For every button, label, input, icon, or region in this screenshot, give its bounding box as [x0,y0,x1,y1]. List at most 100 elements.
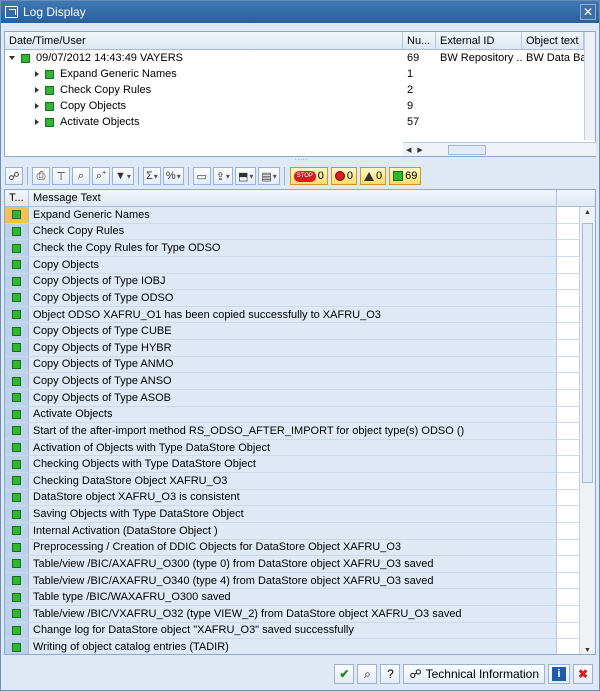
stop-count-button[interactable]: STOP 0 [289,167,328,185]
table-row[interactable]: Start of the after-import method RS_ODSO… [5,423,595,440]
table-row[interactable]: Writing of object catalog entries (TADIR… [5,639,595,654]
table-row[interactable]: Object ODSO XAFRU_O1 has been copied suc… [5,306,595,324]
table-row[interactable]: Activate Objects [5,406,595,424]
table-row[interactable]: DataStore object XAFRU_O3 is consistent [5,489,595,507]
title-bar: Log Display ✕ [1,1,599,23]
scroll-down-icon[interactable]: ▼ [580,647,595,654]
tree-child-row[interactable]: Check Copy Rules 2 [5,82,595,98]
save-icon[interactable]: ⬒ [234,167,257,185]
success-status-icon [12,459,21,469]
find-next-icon[interactable]: ⌕⁺ [92,167,110,185]
table-row[interactable]: Copy Objects of Type ASOB [5,389,595,407]
technical-information-button[interactable]: ☍ Technical Information [403,664,545,684]
layout-icon[interactable]: ▤ [258,167,280,185]
column-type[interactable]: T... [5,190,29,206]
set-filter-icon[interactable]: ▼ [112,167,134,185]
tree-root-row[interactable]: 09/07/2012 14:43:49 VAYERS 69 BW Reposit… [5,50,595,66]
table-row[interactable]: Table/view /BIC/AXAFRU_O300 (type 0) fro… [5,556,595,573]
message-text-cell: Preprocessing / Creation of DDIC Objects… [29,539,557,556]
table-row[interactable]: Table/view /BIC/VXAFRU_O32 (type VIEW_2)… [5,606,595,623]
success-status-icon [12,276,21,286]
success-status-icon [12,526,21,536]
column-date-time-user[interactable]: Date/Time/User [5,32,403,49]
column-message-text[interactable]: Message Text [29,190,557,206]
table-row[interactable]: Saving Objects with Type DataStore Objec… [5,506,595,523]
table-row[interactable]: Internal Activation (DataStore Object ) [5,522,595,540]
row-status-cell [5,423,29,439]
scroll-thumb[interactable] [447,144,486,155]
panel-splitter[interactable]: ····· [286,156,316,164]
sum-icon[interactable]: Σ [142,167,161,185]
table-row[interactable]: Copy Objects of Type IOBJ [5,273,595,291]
message-text-cell: Copy Objects of Type IOBJ [29,273,557,290]
error-count-button[interactable]: 0 [330,167,358,185]
table-row[interactable]: Activation of Objects with Type DataStor… [5,439,595,457]
message-text-cell: Expand Generic Names [29,207,557,223]
scroll-thumb[interactable] [582,223,593,483]
row-status-cell [5,207,29,223]
table-row[interactable]: Expand Generic Names [5,207,595,224]
success-count-button[interactable]: 69 [389,167,422,185]
table-row[interactable]: Copy Objects of Type CUBE [5,323,595,340]
table-row[interactable]: Checking Objects with Type DataStore Obj… [5,456,595,473]
print-icon[interactable]: ⎙ [32,167,50,185]
continue-button[interactable]: ✔ [334,664,355,684]
detail-icon[interactable]: ☍ [5,167,23,185]
message-text-cell: Copy Objects of Type ANSO [29,373,557,389]
row-status-cell [5,506,29,522]
scroll-left-icon[interactable]: ◀ [406,146,411,154]
tree-child-row[interactable]: Activate Objects 57 [5,114,595,130]
tree-child-row[interactable]: Expand Generic Names 1 [5,66,595,82]
expand-icon[interactable] [35,87,39,93]
cancel-button[interactable]: ✖ [573,664,593,684]
tree-child-row[interactable]: Copy Objects 9 [5,98,595,114]
expand-icon[interactable] [35,119,39,125]
message-rows: Expand Generic Names Check Copy Rules Chec… [5,207,595,654]
scroll-right-icon[interactable]: ▶ [417,146,422,154]
expand-icon[interactable] [35,71,39,77]
filter-icon[interactable]: ⊤ [52,167,70,185]
column-external-id[interactable]: External ID [436,32,522,49]
row-status-cell [5,240,29,256]
info-button[interactable]: i [548,664,570,684]
message-vertical-scrollbar[interactable]: ▲ ▼ [579,207,595,654]
print-preview-icon[interactable]: ▭ [192,167,211,185]
expand-icon[interactable] [35,103,39,109]
row-status-cell [5,473,29,489]
column-number[interactable]: Nu... [403,32,436,49]
tree-vertical-scrollbar[interactable] [584,32,595,140]
table-row[interactable]: Copy Objects of Type ODSO [5,290,595,307]
table-row[interactable]: Copy Objects [5,256,595,274]
warning-count-button[interactable]: 0 [360,167,387,185]
success-status-icon [12,443,21,453]
success-status-icon [12,310,21,320]
export-icon[interactable]: ⇪ [212,167,233,185]
subtotal-icon[interactable]: % [162,167,184,185]
success-status-icon [12,343,21,353]
tree-horizontal-scrollbar[interactable]: ◀ ▶ [403,142,596,156]
find-icon[interactable]: ⌕ [72,167,90,185]
success-status-icon [12,592,21,602]
table-row[interactable]: Copy Objects of Type ANMO [5,356,595,374]
table-row[interactable]: Check the Copy Rules for Type ODSO [5,240,595,257]
table-row[interactable]: Table/view /BIC/AXAFRU_O340 (type 4) fro… [5,572,595,590]
table-row[interactable]: Check Copy Rules [5,223,595,241]
row-status-cell [5,256,29,273]
collapse-icon[interactable] [9,56,15,60]
table-row[interactable]: Checking DataStore Object XAFRU_O3 [5,473,595,490]
success-status-icon [12,642,21,652]
success-status-icon [12,559,21,569]
close-icon[interactable]: ✕ [580,4,596,20]
scroll-up-icon[interactable]: ▲ [580,209,595,216]
help-button[interactable]: ? [380,664,401,684]
table-row[interactable]: Copy Objects of Type HYBR [5,340,595,357]
table-row[interactable]: Copy Objects of Type ANSO [5,373,595,390]
table-row[interactable]: Change log for DataStore object "XAFRU_O… [5,622,595,640]
table-row[interactable]: Preprocessing / Creation of DDIC Objects… [5,539,595,557]
message-text-cell: Copy Objects [29,256,557,273]
find-button[interactable]: ⌕ [357,664,378,684]
table-row[interactable]: Table type /BIC/WAXAFRU_O300 saved [5,589,595,606]
message-text-cell: Table/view /BIC/VXAFRU_O32 (type VIEW_2)… [29,606,557,622]
column-object-text[interactable]: Object text [522,32,584,49]
success-status-icon [45,117,54,127]
